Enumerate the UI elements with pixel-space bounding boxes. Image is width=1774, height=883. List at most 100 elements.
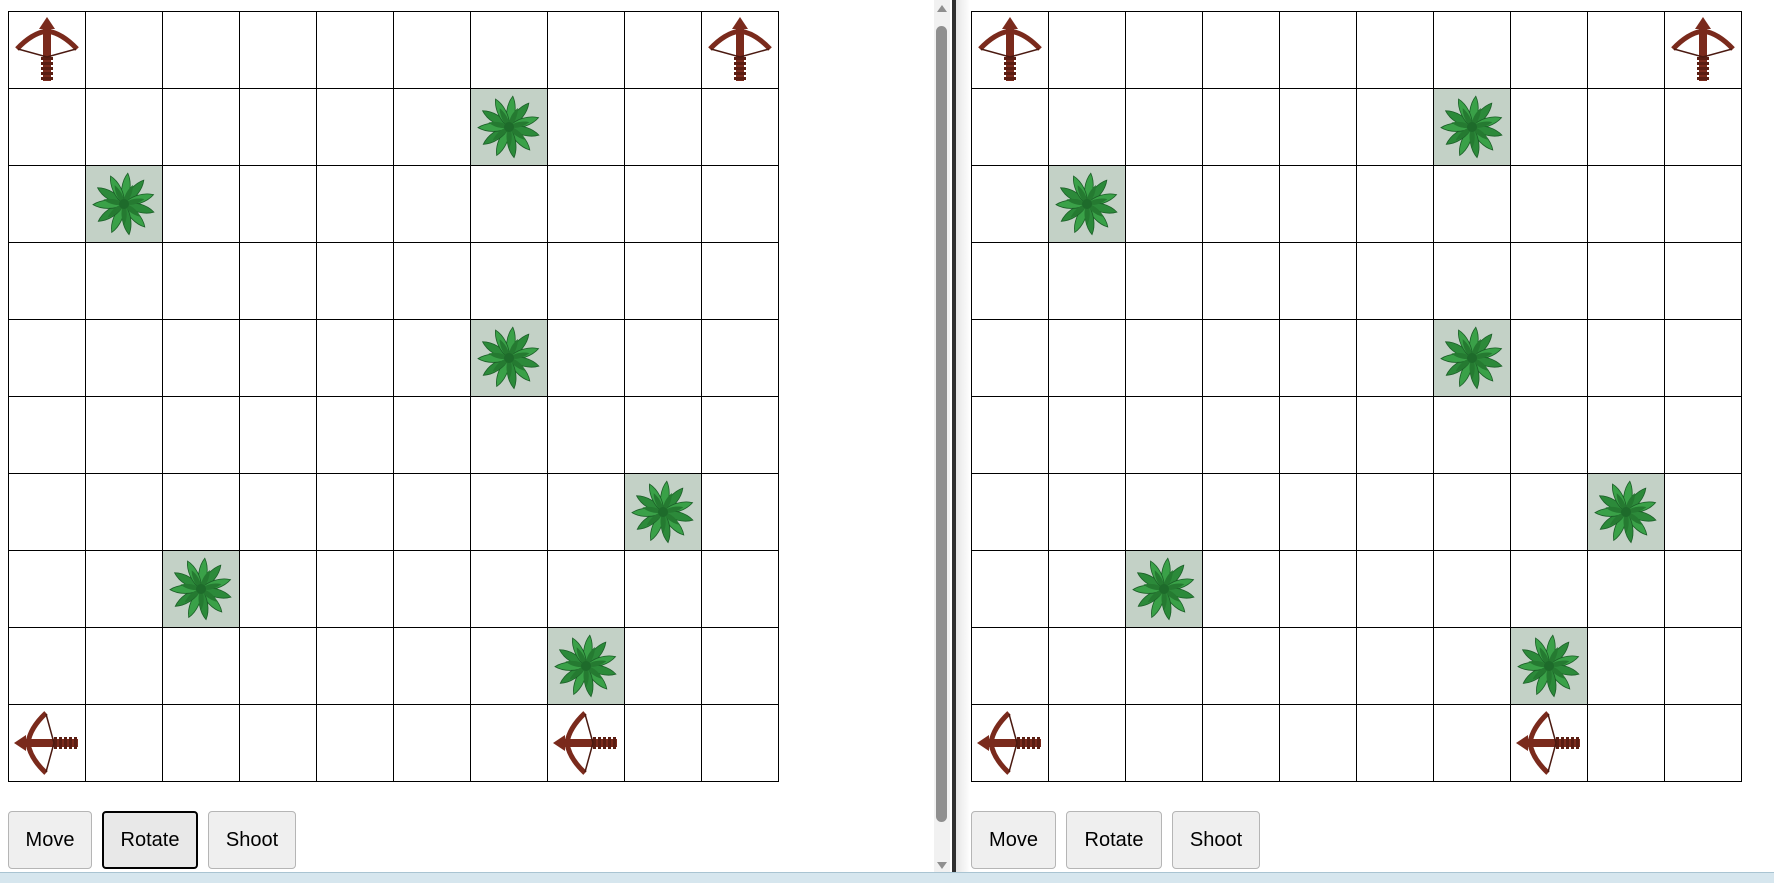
board-cell[interactable] [1588, 628, 1665, 705]
board-cell[interactable] [1203, 705, 1280, 782]
board-cell[interactable] [1280, 551, 1357, 628]
board-cell[interactable] [1357, 320, 1434, 397]
board-cell[interactable] [471, 397, 548, 474]
board-cell[interactable] [972, 551, 1049, 628]
board-cell[interactable] [86, 474, 163, 551]
board-cell[interactable] [1588, 320, 1665, 397]
board-cell[interactable] [1280, 705, 1357, 782]
board-cell[interactable] [702, 320, 779, 397]
board-cell[interactable] [9, 551, 86, 628]
board-cell[interactable] [471, 705, 548, 782]
board-cell[interactable] [9, 705, 86, 782]
board-cell[interactable] [240, 89, 317, 166]
board-cell[interactable] [471, 243, 548, 320]
board-cell[interactable] [471, 628, 548, 705]
board-cell[interactable] [1203, 166, 1280, 243]
board-cell[interactable] [625, 12, 702, 89]
board-cell[interactable] [625, 474, 702, 551]
board-cell[interactable] [1511, 166, 1588, 243]
board-cell[interactable] [394, 551, 471, 628]
board-cell[interactable] [471, 12, 548, 89]
board-cell[interactable] [1665, 705, 1742, 782]
board-cell[interactable] [972, 474, 1049, 551]
board-cell[interactable] [163, 89, 240, 166]
shoot-button[interactable]: Shoot [208, 811, 296, 869]
board-cell[interactable] [163, 628, 240, 705]
board-cell[interactable] [1203, 320, 1280, 397]
board-cell[interactable] [240, 320, 317, 397]
board-cell[interactable] [9, 166, 86, 243]
board-cell[interactable] [317, 243, 394, 320]
board-cell[interactable] [1126, 166, 1203, 243]
board-cell[interactable] [1588, 166, 1665, 243]
board-cell[interactable] [548, 320, 625, 397]
board-cell[interactable] [972, 397, 1049, 474]
board-cell[interactable] [625, 320, 702, 397]
board-cell[interactable] [548, 243, 625, 320]
board-cell[interactable] [1511, 243, 1588, 320]
board-cell[interactable] [1511, 320, 1588, 397]
board-cell[interactable] [548, 397, 625, 474]
board-cell[interactable] [163, 12, 240, 89]
board-cell[interactable] [625, 166, 702, 243]
board-cell[interactable] [625, 243, 702, 320]
board-cell[interactable] [1049, 89, 1126, 166]
board-cell[interactable] [86, 705, 163, 782]
board-cell[interactable] [1126, 243, 1203, 320]
board-cell[interactable] [471, 320, 548, 397]
board-cell[interactable] [548, 551, 625, 628]
board-cell[interactable] [1357, 628, 1434, 705]
board-cell[interactable] [317, 12, 394, 89]
board-cell[interactable] [1049, 705, 1126, 782]
board-cell[interactable] [1126, 320, 1203, 397]
board-cell[interactable] [972, 320, 1049, 397]
board-cell[interactable] [1357, 12, 1434, 89]
board-cell[interactable] [163, 243, 240, 320]
board-cell[interactable] [972, 628, 1049, 705]
scroll-up-arrow-icon[interactable] [934, 2, 950, 16]
board-cell[interactable] [702, 243, 779, 320]
board-cell[interactable] [1280, 628, 1357, 705]
board-cell[interactable] [240, 474, 317, 551]
board-cell[interactable] [1049, 551, 1126, 628]
board-cell[interactable] [317, 166, 394, 243]
board-cell[interactable] [1280, 243, 1357, 320]
rotate-button[interactable]: Rotate [102, 811, 198, 869]
board-cell[interactable] [9, 628, 86, 705]
board-cell[interactable] [1203, 89, 1280, 166]
board-cell[interactable] [163, 397, 240, 474]
board-cell[interactable] [317, 474, 394, 551]
board-cell[interactable] [1049, 474, 1126, 551]
board-cell[interactable] [1588, 89, 1665, 166]
board-cell[interactable] [86, 12, 163, 89]
board-cell[interactable] [1126, 628, 1203, 705]
board-cell[interactable] [972, 89, 1049, 166]
board-cell[interactable] [1280, 166, 1357, 243]
board-cell[interactable] [972, 12, 1049, 89]
board-cell[interactable] [86, 166, 163, 243]
board-cell[interactable] [9, 397, 86, 474]
pane-splitter[interactable] [930, 0, 956, 876]
board-cell[interactable] [702, 551, 779, 628]
board-cell[interactable] [702, 705, 779, 782]
board-cell[interactable] [702, 397, 779, 474]
board-cell[interactable] [317, 320, 394, 397]
board-cell[interactable] [394, 89, 471, 166]
board-cell[interactable] [9, 243, 86, 320]
board-cell[interactable] [317, 628, 394, 705]
board-cell[interactable] [394, 243, 471, 320]
board-cell[interactable] [240, 628, 317, 705]
board-cell[interactable] [1511, 705, 1588, 782]
board-cell[interactable] [394, 166, 471, 243]
board-cell[interactable] [1357, 89, 1434, 166]
board-cell[interactable] [1434, 397, 1511, 474]
board-cell[interactable] [1280, 474, 1357, 551]
board-cell[interactable] [548, 474, 625, 551]
board-cell[interactable] [1665, 243, 1742, 320]
board-cell[interactable] [1588, 243, 1665, 320]
board-cell[interactable] [1203, 551, 1280, 628]
board-cell[interactable] [1665, 474, 1742, 551]
board-cell[interactable] [1588, 397, 1665, 474]
board-cell[interactable] [1357, 166, 1434, 243]
board-cell[interactable] [9, 320, 86, 397]
